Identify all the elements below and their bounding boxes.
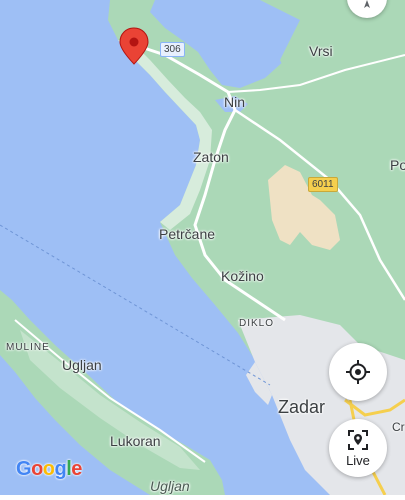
road-shield-306: 306 [160,42,185,57]
place-lukoran: Lukoran [110,433,161,449]
road-shield-6011: 6011 [308,177,338,192]
google-logo-letter: o [31,458,43,480]
map-base-layer [0,0,405,495]
place-muline: MULINE [6,342,50,353]
recenter-button[interactable] [329,343,387,401]
place-zaton: Zaton [193,149,229,165]
live-view-icon [348,429,368,450]
place-diklo: DIKLO [239,318,275,329]
map-canvas[interactable]: Vrsi Nin Zaton Petrčane Kožino DIKLO MUL… [0,0,405,495]
place-vrsi: Vrsi [309,43,333,59]
place-zadar: Zadar [278,397,326,417]
place-petrcane: Petrčane [159,226,216,242]
live-view-button[interactable]: Live [329,419,387,477]
live-label: Live [346,452,370,468]
my-location-icon [346,360,370,384]
place-partial-cr: Cr [392,420,405,434]
google-logo-letter: g [54,458,67,480]
google-logo-letter: e [71,458,82,480]
place-ugljan-island: Ugljan [150,478,190,494]
compass-icon [364,0,370,8]
place-partial-po: Po [390,157,405,173]
place-nin: Nin [224,94,246,110]
bottom-strip [0,495,405,500]
compass-button[interactable] [347,0,387,18]
google-logo: Google [16,458,82,481]
place-ugljan-town: Ugljan [62,357,102,373]
google-logo-letter: G [16,458,32,480]
google-logo-letter: o [42,458,55,480]
place-kozino: Kožino [221,268,264,284]
